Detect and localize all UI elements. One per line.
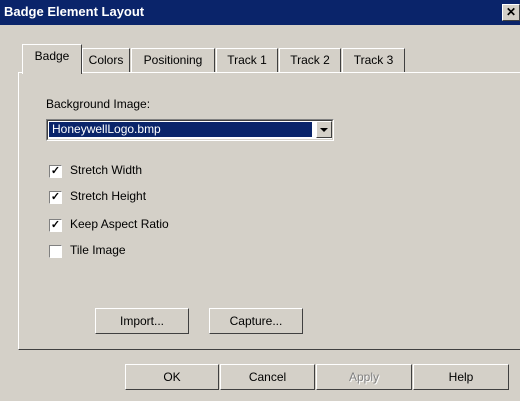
tab-colors[interactable]: Colors xyxy=(82,48,130,72)
help-button-label: Help xyxy=(448,370,474,384)
help-button[interactable]: Help xyxy=(413,364,509,390)
tab-track-2[interactable]: Track 2 xyxy=(279,48,341,72)
badge-element-layout-dialog: Badge Element Layout ✕ Badge Colors Posi… xyxy=(0,0,520,401)
close-icon: ✕ xyxy=(505,5,517,19)
tab-badge-label: Badge xyxy=(34,49,70,63)
apply-button-label: Apply xyxy=(348,370,380,384)
tab-colors-label: Colors xyxy=(88,53,124,67)
close-button[interactable]: ✕ xyxy=(502,4,520,21)
tab-positioning[interactable]: Positioning xyxy=(131,48,215,72)
tab-track-3[interactable]: Track 3 xyxy=(342,48,405,72)
tab-track-1[interactable]: Track 1 xyxy=(216,48,278,72)
title-bar[interactable]: Badge Element Layout ✕ xyxy=(0,0,520,25)
tab-track-1-label: Track 1 xyxy=(227,53,267,67)
ok-button[interactable]: OK xyxy=(125,364,219,390)
cancel-button[interactable]: Cancel xyxy=(220,364,315,390)
tab-panel-badge xyxy=(18,72,520,350)
apply-button[interactable]: Apply xyxy=(316,364,412,390)
tab-track-2-label: Track 2 xyxy=(290,53,330,67)
tab-track-3-label: Track 3 xyxy=(353,53,394,67)
ok-button-label: OK xyxy=(163,370,181,384)
tab-positioning-label: Positioning xyxy=(143,53,203,67)
window-title: Badge Element Layout xyxy=(4,4,145,19)
tab-badge[interactable]: Badge xyxy=(22,44,82,74)
cancel-button-label: Cancel xyxy=(248,370,287,384)
